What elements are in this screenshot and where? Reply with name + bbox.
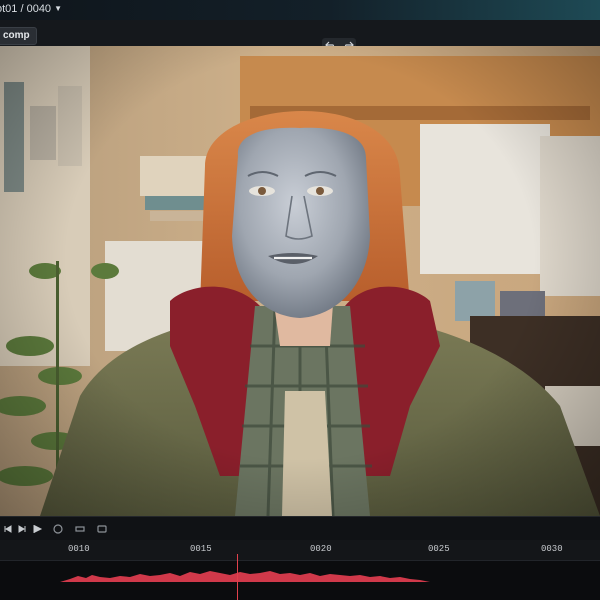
tick-label: 0010 bbox=[68, 544, 90, 554]
play-icon[interactable] bbox=[32, 523, 44, 535]
mark-icon[interactable] bbox=[74, 523, 86, 535]
audio-track[interactable] bbox=[0, 564, 600, 600]
timeline-ruler: 0010 0015 0020 0025 0030 bbox=[0, 540, 600, 561]
settings-icon[interactable] bbox=[96, 523, 108, 535]
audio-waveform bbox=[60, 571, 430, 582]
playhead[interactable] bbox=[237, 554, 238, 600]
video-viewer[interactable] bbox=[0, 46, 600, 516]
tick-label: 0015 bbox=[190, 544, 212, 554]
step-back-icon[interactable] bbox=[2, 523, 14, 535]
transport-bar bbox=[0, 516, 600, 541]
shot-selector[interactable]: ot01 / 0040 ▼ bbox=[0, 0, 62, 18]
shot-label: ot01 / 0040 bbox=[0, 3, 52, 15]
chevron-down-icon: ▼ bbox=[54, 4, 62, 13]
loop-icon[interactable] bbox=[52, 523, 64, 535]
app-window: ot01 / 0040 ▼ comp 0010 0015 0020 0025 0… bbox=[0, 0, 600, 600]
comp-button[interactable]: comp bbox=[0, 27, 37, 45]
title-bar: ot01 / 0040 ▼ bbox=[0, 0, 600, 20]
timeline[interactable]: 0010 0015 0020 0025 0030 bbox=[0, 540, 600, 600]
tick-label: 0030 bbox=[541, 544, 563, 554]
tick-label: 0025 bbox=[428, 544, 450, 554]
step-forward-icon[interactable] bbox=[16, 523, 28, 535]
video-frame bbox=[0, 46, 600, 516]
tick-label: 0020 bbox=[310, 544, 332, 554]
